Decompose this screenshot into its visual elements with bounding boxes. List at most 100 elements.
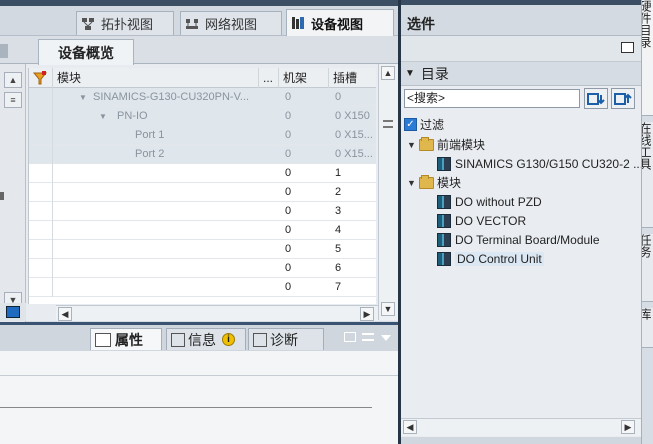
row-slot: 0 X15... xyxy=(335,129,373,141)
diagnostics-icon xyxy=(253,332,267,347)
topology-icon xyxy=(81,17,95,31)
column-module[interactable]: 模块 xyxy=(53,68,259,88)
collapse-down-icon[interactable] xyxy=(381,335,391,341)
device-icon xyxy=(437,156,451,171)
row-slot: 1 xyxy=(335,167,342,179)
column-dots[interactable]: ... xyxy=(259,68,279,88)
scroll-down-arrow-icon[interactable]: ▼ xyxy=(381,302,395,316)
tab-properties[interactable]: 属性 xyxy=(90,328,162,350)
scroll-right-arrow-icon[interactable]: ▶ xyxy=(621,420,635,434)
splitter-grip[interactable] xyxy=(0,192,4,200)
table-horizontal-scrollbar[interactable]: ◀ ▶ xyxy=(56,305,378,321)
table-row[interactable]: Port 2 0 0 X15... xyxy=(29,145,376,164)
row-module: Port 2 xyxy=(135,148,165,160)
row-slot: 6 xyxy=(335,262,342,274)
row-slot: 0 X150 xyxy=(335,110,370,122)
scroll-right-arrow-icon[interactable]: ▶ xyxy=(360,307,374,321)
collapse-chevron-icon[interactable]: ▼ xyxy=(405,68,415,79)
table-row[interactable]: 0 5 xyxy=(29,240,376,259)
zoom-window-icon[interactable] xyxy=(6,306,20,318)
properties-label: 属性 xyxy=(115,331,143,348)
menu-icon[interactable] xyxy=(362,333,374,341)
tab-network-view[interactable]: 网络视图 xyxy=(180,11,282,35)
expand-toggle-icon[interactable]: ▼ xyxy=(407,178,417,188)
device-overview-label: 设备概览 xyxy=(58,44,114,61)
table-row[interactable]: Port 1 0 0 X15... xyxy=(29,126,376,145)
side-tab-libraries[interactable]: 库 xyxy=(642,308,653,348)
row-module: SINAMICS-G130-CU320PN-V... xyxy=(93,91,250,103)
tab-network-label: 网络视图 xyxy=(205,17,258,32)
tab-diagnostics[interactable]: 诊断 xyxy=(248,328,324,350)
filter-checkbox[interactable]: ✓ 过滤 xyxy=(404,115,444,133)
row-rack: 0 xyxy=(285,148,292,160)
device-view-icon xyxy=(291,16,305,30)
table-row[interactable]: 0 6 xyxy=(29,259,376,278)
tab-device-overview[interactable]: 设备概览 xyxy=(38,39,134,65)
tree-node-modules[interactable]: ▼ 模块 xyxy=(407,173,461,192)
folder-icon xyxy=(419,136,434,151)
info-label: 信息 xyxy=(188,331,216,348)
tree-item-do-vector[interactable]: DO VECTOR xyxy=(437,211,526,230)
scroll-up-button[interactable]: ▲ xyxy=(4,72,22,88)
device-overview-table: 模块 ... 机架 插槽 ▼ SINAMICS-G130-CU320PN-V..… xyxy=(28,68,376,304)
catalog-label: 目录 xyxy=(420,65,449,82)
side-tab-hardware-catalog[interactable]: 硬件目录 xyxy=(642,0,653,116)
collapse-handle[interactable] xyxy=(0,44,8,58)
table-row[interactable]: 0 3 xyxy=(29,202,376,221)
column-rack[interactable]: 机架 xyxy=(279,68,329,88)
row-slot: 0 xyxy=(335,91,342,103)
expand-toggle-icon[interactable]: ▼ xyxy=(99,107,107,126)
device-icon xyxy=(437,232,451,247)
row-rack: 0 xyxy=(285,186,292,198)
checkmark-icon: ✓ xyxy=(404,117,417,131)
task-card-tabs: 硬件目录 在线工具 任务 库 xyxy=(641,0,653,444)
tree-item-do-without-pzd[interactable]: DO without PZD xyxy=(437,192,542,211)
tab-topology-label: 拓扑视图 xyxy=(101,17,154,32)
menu-lines-icon[interactable]: ≡ xyxy=(4,92,22,108)
float-window-icon[interactable] xyxy=(344,332,356,342)
scroll-up-arrow-icon[interactable]: ▲ xyxy=(381,66,395,80)
tab-topology-view[interactable]: 拓扑视图 xyxy=(76,11,174,35)
search-down-icon xyxy=(587,92,605,105)
side-tab-tasks[interactable]: 任务 xyxy=(642,234,653,302)
scroll-left-arrow-icon[interactable]: ◀ xyxy=(58,307,72,321)
catalog-header[interactable]: ▼ 目录 xyxy=(401,62,641,86)
device-overview-panel: 设备概览 ▲ ≡ ▼ 模块 ... 机架 插槽 ▼ SINAMICS-G130-… xyxy=(0,36,400,322)
table-row[interactable]: ▼ SINAMICS-G130-CU320PN-V... 0 0 xyxy=(29,88,376,107)
tab-device-label: 设备视图 xyxy=(311,16,364,32)
expand-toggle-icon[interactable]: ▼ xyxy=(79,88,87,107)
row-slot: 3 xyxy=(335,205,342,217)
row-rack: 0 xyxy=(285,129,292,141)
table-vertical-scrollbar[interactable]: ▲ ▼ xyxy=(378,64,398,320)
diagnostics-label: 诊断 xyxy=(270,331,298,348)
tab-info[interactable]: 信息 i xyxy=(166,328,246,350)
options-header: 选件 xyxy=(401,0,641,36)
catalog-search-input[interactable]: <搜索> xyxy=(404,89,580,108)
expand-toggle-icon[interactable]: ▼ xyxy=(407,140,417,150)
side-tab-online-tools[interactable]: 在线工具 xyxy=(642,122,653,228)
filter-icon[interactable] xyxy=(29,68,53,88)
network-icon xyxy=(185,17,199,31)
scroll-left-arrow-icon[interactable]: ◀ xyxy=(403,420,417,434)
tree-item-do-control-unit[interactable]: DO Control Unit xyxy=(437,249,544,268)
tab-device-view[interactable]: 设备视图 xyxy=(286,9,394,36)
catalog-horizontal-scrollbar[interactable]: ◀ ▶ xyxy=(401,418,641,436)
tree-node-front-modules[interactable]: ▼ 前端模块 xyxy=(407,135,485,154)
row-slot: 4 xyxy=(335,224,342,236)
table-row[interactable]: 0 2 xyxy=(29,183,376,202)
window-icon[interactable] xyxy=(621,42,634,53)
panel-title: 选件 xyxy=(407,16,435,32)
options-task-panel: 选件 ▼ 目录 <搜索> ✓ 过滤 ▼ 前端模块 SINAMICS G130/G… xyxy=(401,0,643,444)
properties-icon xyxy=(95,332,111,347)
search-down-button[interactable] xyxy=(584,88,608,109)
column-slot[interactable]: 插槽 xyxy=(329,68,376,88)
table-row[interactable]: 0 4 xyxy=(29,221,376,240)
search-up-button[interactable] xyxy=(611,88,635,109)
tree-item-do-terminal-board[interactable]: DO Terminal Board/Module xyxy=(437,230,600,249)
row-rack: 0 xyxy=(285,110,292,122)
tree-node-front-device[interactable]: SINAMICS G130/G150 CU320-2 ... xyxy=(437,154,643,173)
info-section-header[interactable] xyxy=(401,437,641,444)
table-row[interactable]: 0 7 xyxy=(29,278,376,297)
table-row[interactable]: 0 1 xyxy=(29,164,376,183)
table-row[interactable]: ▼ PN-IO 0 0 X150 xyxy=(29,107,376,126)
